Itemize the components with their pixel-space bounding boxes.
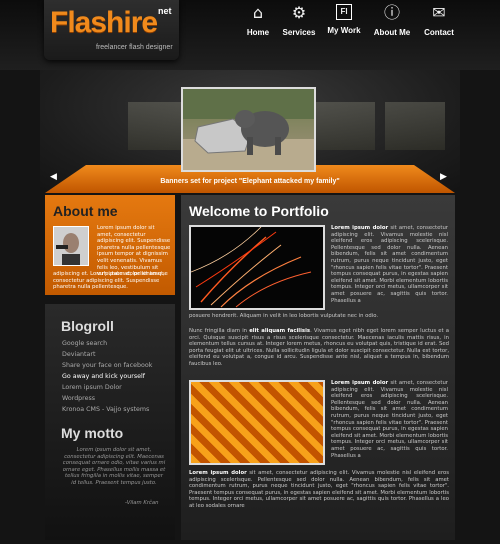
portfolio-image-2[interactable]	[189, 380, 325, 465]
blogroll-link[interactable]: Google search	[62, 340, 107, 347]
intro-paragraph-end: posuere hendrerit. Aliquam in velit in l…	[189, 313, 379, 319]
intro-lead: Lorem ipsum dolor	[331, 225, 389, 231]
sparks-illustration	[191, 227, 323, 308]
home-icon: ⌂	[252, 3, 264, 22]
flash-icon: Fl	[336, 4, 352, 20]
banner-thumb-left-2[interactable]	[128, 102, 188, 150]
third-paragraph: Lorem ipsum dolor sit amet, consectetur …	[189, 470, 449, 510]
logo-subtitle: freelancer flash designer	[96, 44, 173, 51]
body-rest: . Vivamus eget nibh eget lorem semper lu…	[189, 328, 449, 367]
banner-thumb-right-1[interactable]	[315, 102, 375, 150]
blogroll-link[interactable]: Kronoa CMS - Vajjo systems	[62, 406, 149, 413]
about-text-continued: adipiscing et. Lorem ipsum dolor sit ame…	[53, 271, 165, 291]
motto-author: -Vilam Krčan	[125, 500, 159, 506]
second-body: sit amet, consectetur adipiscing elit. V…	[331, 380, 448, 459]
nav-home[interactable]: ⌂ Home	[241, 4, 275, 46]
banner-image[interactable]	[181, 87, 316, 172]
banner-illustration	[183, 89, 314, 170]
intro-body: sit amet, consectetur adipiscing elit. V…	[331, 225, 448, 304]
banner-caption: Banners set for project "Elephant attack…	[160, 178, 340, 185]
motto-text: Lorem ipsum dolor sit amet, consectetur …	[62, 447, 166, 486]
blogroll-title: Blogroll	[61, 318, 114, 334]
sidebar: Blogroll Google search Deviantart Share …	[45, 304, 175, 540]
body-start: Nunc fringilla diam in	[189, 328, 250, 334]
logo-superscript: net	[158, 6, 172, 16]
body-bold: elit aliquam facilisis	[249, 328, 311, 334]
info-icon: ⓘ	[383, 3, 400, 22]
page-title: Welcome to Portfolio	[189, 203, 329, 219]
logo-text: Flashire	[50, 6, 158, 39]
nav-my-work[interactable]: Fl My Work	[326, 4, 362, 46]
nav-my-work-label: My Work	[327, 26, 361, 35]
blogroll-link-hover[interactable]: Go away and kick yourself	[62, 373, 145, 380]
blogroll-link[interactable]: Lorem ipsum Dolor	[62, 384, 122, 391]
main-content: Welcome to Portfolio Lorem ipsum dolor s…	[181, 195, 455, 540]
about-text: Lorem ipsum dolor sit amet, consectetur …	[97, 225, 171, 278]
blogroll-link[interactable]: Wordpress	[62, 395, 95, 402]
nav-contact[interactable]: ✉ Contact	[421, 4, 457, 46]
nav-services[interactable]: ⚙ Services	[281, 4, 317, 46]
second-lead: Lorem ipsum dolor	[331, 380, 389, 386]
avatar	[53, 226, 89, 266]
logo[interactable]: Flashire net freelancer flash designer	[44, 0, 179, 60]
site-header: Flashire net freelancer flash designer ⌂…	[0, 0, 500, 70]
banner-thumb-right-2[interactable]	[385, 102, 445, 150]
intro-paragraph: Lorem ipsum dolor sit amet, consectetur …	[331, 225, 448, 304]
about-title: About me	[53, 203, 118, 219]
nav-about-me-label: About Me	[373, 28, 411, 37]
about-panel: About me Lorem ipsum dolor sit amet, con…	[45, 195, 175, 295]
motto-title: My motto	[61, 425, 124, 441]
mail-icon: ✉	[432, 3, 446, 22]
third-lead: Lorem ipsum dolor	[189, 470, 247, 476]
third-body: sit amet, consectetur adipiscing elit. V…	[189, 470, 450, 509]
avatar-illustration	[54, 227, 88, 265]
portfolio-image-1[interactable]	[189, 225, 325, 310]
second-paragraph: Lorem ipsum dolor sit amet, consectetur …	[331, 380, 448, 459]
blogroll-link[interactable]: Deviantart	[62, 351, 95, 358]
blogroll-link[interactable]: Share your face on facebook	[62, 362, 152, 369]
nav-services-label: Services	[282, 28, 316, 37]
body-paragraph: Nunc fringilla diam in elit aliquam faci…	[189, 328, 449, 368]
nav-contact-label: Contact	[424, 28, 454, 37]
nav-about-me[interactable]: ⓘ About Me	[372, 4, 412, 46]
gear-icon: ⚙	[291, 3, 307, 22]
nav-home-label: Home	[246, 28, 270, 37]
